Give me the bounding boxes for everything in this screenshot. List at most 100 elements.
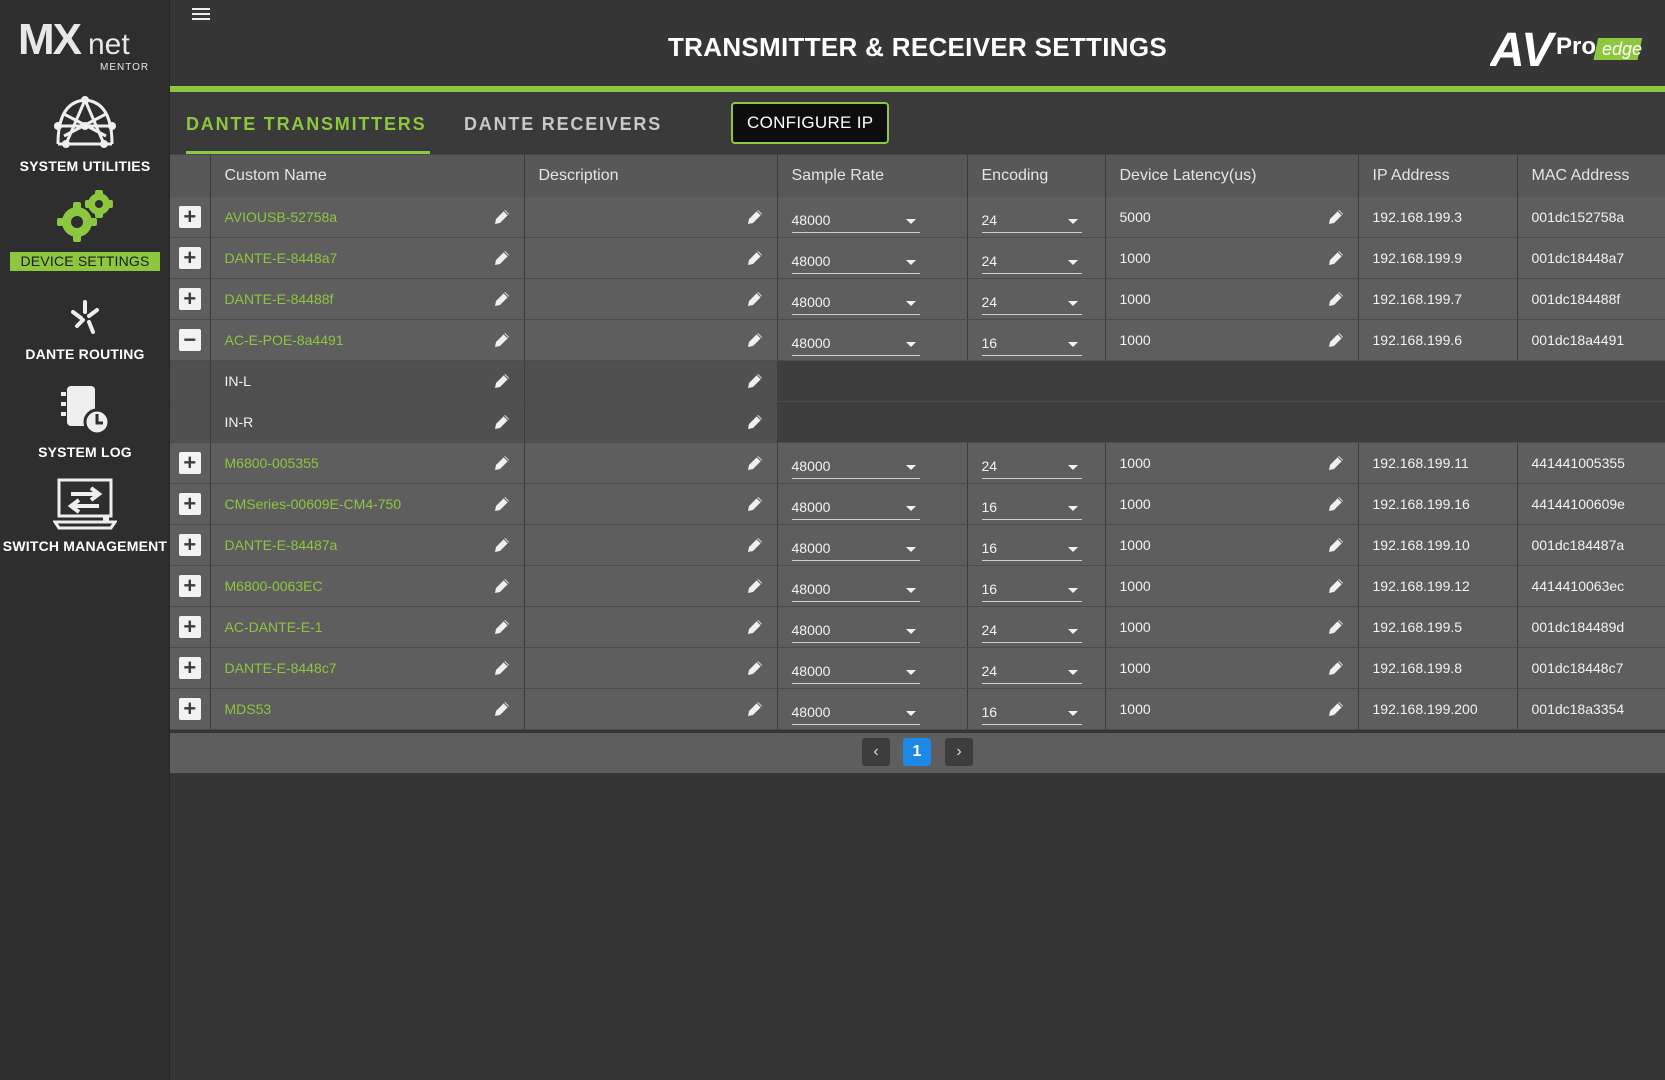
edit-pencil-icon[interactable]	[492, 371, 512, 391]
edit-pencil-icon[interactable]	[492, 207, 512, 227]
edit-pencil-icon[interactable]	[745, 658, 765, 678]
edit-pencil-icon[interactable]	[745, 207, 765, 227]
sample-rate-select[interactable]: 48000	[791, 209, 920, 233]
encoding-select[interactable]: 24	[981, 291, 1082, 315]
header-encoding[interactable]: Encoding	[967, 154, 1106, 197]
sample-rate-select[interactable]: 48000	[791, 619, 920, 643]
header-ip-address[interactable]: IP Address	[1358, 154, 1518, 197]
encoding-select[interactable]: 16	[981, 496, 1082, 520]
edit-pencil-icon[interactable]	[745, 617, 765, 637]
edit-pencil-icon[interactable]	[492, 248, 512, 268]
menu-icon[interactable]	[192, 8, 214, 26]
edit-pencil-icon[interactable]	[745, 330, 765, 350]
edit-pencil-icon[interactable]	[745, 289, 765, 309]
expand-toggle-button[interactable]: +	[178, 288, 201, 310]
expand-toggle-button[interactable]: +	[178, 205, 201, 228]
device-name-link[interactable]: DANTE-E-8448c7	[225, 660, 337, 676]
prev-page-button[interactable]: ‹	[862, 738, 890, 766]
edit-pencil-icon[interactable]	[1326, 453, 1346, 473]
edit-pencil-icon[interactable]	[745, 371, 765, 391]
page-1-button[interactable]: 1	[903, 738, 931, 766]
edit-pencil-icon[interactable]	[1326, 535, 1346, 555]
edit-pencil-icon[interactable]	[492, 289, 512, 309]
edit-pencil-icon[interactable]	[492, 412, 512, 432]
encoding-select[interactable]: 24	[981, 455, 1082, 479]
sample-rate-select[interactable]: 48000	[791, 660, 920, 684]
edit-pencil-icon[interactable]	[1326, 576, 1346, 596]
sample-rate-select[interactable]: 48000	[791, 578, 920, 602]
expand-toggle-button[interactable]: +	[178, 616, 201, 638]
edit-pencil-icon[interactable]	[492, 617, 512, 637]
edit-pencil-icon[interactable]	[492, 699, 512, 719]
edit-pencil-icon[interactable]	[1326, 248, 1346, 268]
header-sample-rate[interactable]: Sample Rate	[777, 154, 968, 197]
nav-device-settings[interactable]: DEVICE SETTINGS	[0, 190, 170, 271]
next-page-button[interactable]: ›	[945, 738, 973, 766]
sample-rate-select[interactable]: 48000	[791, 332, 920, 356]
edit-pencil-icon[interactable]	[1326, 658, 1346, 678]
edit-pencil-icon[interactable]	[745, 412, 765, 432]
device-name-link[interactable]: DANTE-E-8448a7	[225, 250, 338, 266]
sample-rate-select[interactable]: 48000	[791, 455, 920, 479]
edit-pencil-icon[interactable]	[492, 535, 512, 555]
expand-toggle-button[interactable]: +	[178, 698, 201, 720]
encoding-select[interactable]: 24	[981, 209, 1082, 233]
device-name-link[interactable]: DANTE-E-84487a	[225, 537, 338, 553]
sample-rate-select[interactable]: 48000	[791, 496, 920, 520]
edit-pencil-icon[interactable]	[745, 248, 765, 268]
edit-pencil-icon[interactable]	[492, 576, 512, 596]
sample-rate-select[interactable]: 48000	[791, 701, 920, 725]
header-mac-address[interactable]: MAC Address	[1517, 154, 1665, 197]
edit-pencil-icon[interactable]	[1326, 494, 1346, 514]
edit-pencil-icon[interactable]	[1326, 617, 1346, 637]
header-device-latency[interactable]: Device Latency(us)	[1105, 154, 1359, 197]
edit-pencil-icon[interactable]	[1326, 699, 1346, 719]
sample-rate-select[interactable]: 48000	[791, 291, 920, 315]
encoding-select[interactable]: 16	[981, 537, 1082, 561]
header-custom-name[interactable]: Custom Name	[210, 154, 525, 197]
expand-toggle-button[interactable]: +	[178, 657, 201, 679]
edit-pencil-icon[interactable]	[745, 699, 765, 719]
sample-rate-select[interactable]: 48000	[791, 250, 920, 274]
device-name-link[interactable]: MDS53	[225, 701, 272, 717]
encoding-select[interactable]: 16	[981, 701, 1082, 725]
sample-rate-select[interactable]: 48000	[791, 537, 920, 561]
edit-pencil-icon[interactable]	[745, 535, 765, 555]
encoding-select[interactable]: 24	[981, 250, 1082, 274]
header-description[interactable]: Description	[524, 154, 778, 197]
configure-ip-button[interactable]: CONFIGURE IP	[731, 102, 890, 144]
edit-pencil-icon[interactable]	[492, 494, 512, 514]
nav-switch-management[interactable]: SWITCH MANAGEMENT	[0, 478, 170, 554]
device-name-link[interactable]: M6800-005355	[225, 455, 319, 471]
expand-toggle-button[interactable]: +	[178, 575, 201, 597]
edit-pencil-icon[interactable]	[1326, 330, 1346, 350]
edit-pencil-icon[interactable]	[745, 494, 765, 514]
edit-pencil-icon[interactable]	[1326, 207, 1346, 227]
expand-toggle-button[interactable]: +	[178, 247, 201, 269]
edit-pencil-icon[interactable]	[492, 330, 512, 350]
expand-toggle-button[interactable]: +	[178, 493, 201, 515]
device-name-link[interactable]: M6800-0063EC	[225, 578, 323, 594]
nav-system-utilities[interactable]: SYSTEM UTILITIES	[0, 96, 170, 174]
edit-pencil-icon[interactable]	[745, 453, 765, 473]
expand-toggle-button[interactable]: +	[178, 534, 201, 556]
encoding-select[interactable]: 16	[981, 332, 1082, 356]
tab-dante-receivers[interactable]: DANTE RECEIVERS	[464, 92, 662, 154]
device-name-link[interactable]: AVIOUSB-52758a	[225, 209, 338, 225]
edit-pencil-icon[interactable]	[492, 453, 512, 473]
device-name-link[interactable]: DANTE-E-84488f	[225, 291, 334, 307]
nav-system-log[interactable]: SYSTEM LOG	[0, 384, 170, 460]
edit-pencil-icon[interactable]	[745, 576, 765, 596]
encoding-select[interactable]: 16	[981, 578, 1082, 602]
edit-pencil-icon[interactable]	[1326, 289, 1346, 309]
expand-toggle-button[interactable]: −	[178, 329, 201, 351]
device-name-link[interactable]: AC-DANTE-E-1	[225, 619, 323, 635]
encoding-select[interactable]: 24	[981, 619, 1082, 643]
expand-toggle-button[interactable]: +	[178, 452, 201, 474]
device-name-link[interactable]: AC-E-POE-8a4491	[225, 332, 344, 348]
tab-dante-transmitters[interactable]: DANTE TRANSMITTERS	[186, 92, 430, 154]
edit-pencil-icon[interactable]	[492, 658, 512, 678]
nav-dante-routing[interactable]: DANTE ROUTING	[0, 298, 170, 362]
encoding-select[interactable]: 24	[981, 660, 1082, 684]
device-name-link[interactable]: CMSeries-00609E-CM4-750	[225, 496, 402, 512]
